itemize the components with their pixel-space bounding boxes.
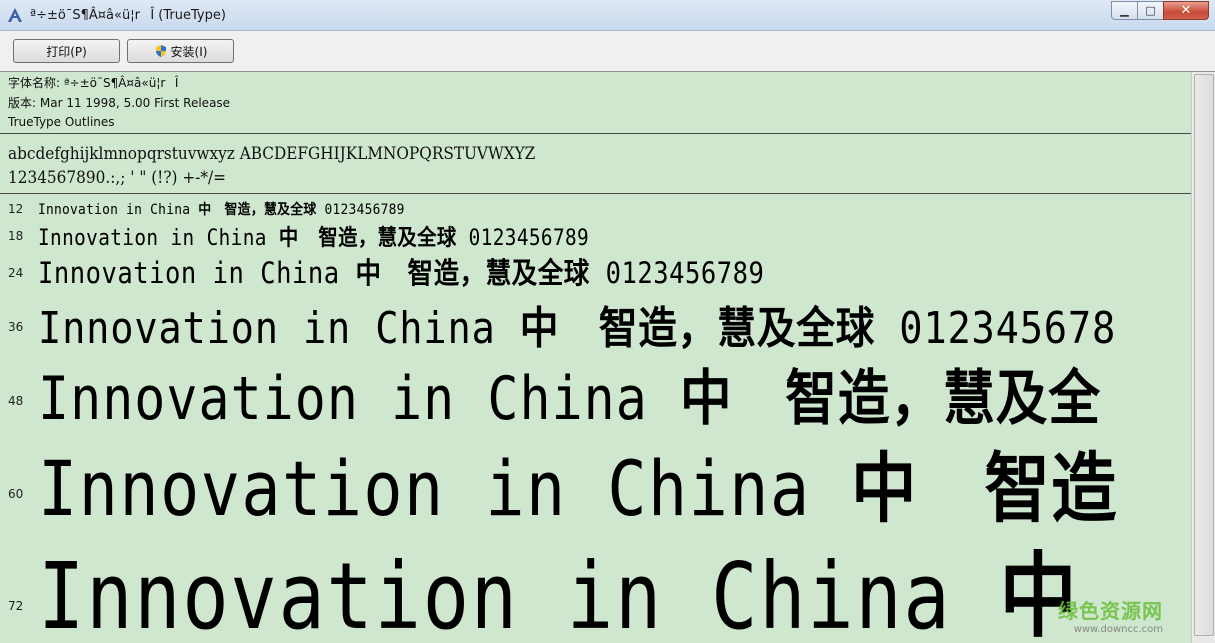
size-label: 36 <box>8 320 24 334</box>
sample-text: Innovation in China 中 智造，慧及全球 0123456789 <box>38 250 764 292</box>
sample-digits: 0123456789 <box>468 226 590 251</box>
uac-shield-icon <box>155 45 166 57</box>
sample-latin: Innovation in China <box>38 444 811 533</box>
title-bar: ª÷±ö¯S¶Â¤â«ü¦rÎ (TrueType) ▁ □ ✕ <box>0 0 1215 31</box>
install-button-label: 安装(I) <box>170 44 208 59</box>
sample-latin: Innovation in China <box>38 543 952 643</box>
window-controls: ▁ □ ✕ <box>1111 1 1209 21</box>
watermark-main: 绿色资源网 <box>1058 599 1163 623</box>
font-app-icon <box>8 8 22 22</box>
charset-line-1: abcdefghijklmnopqrstuvwxyz ABCDEFGHIJKLM… <box>8 144 536 164</box>
sample-cjk: 中 智造，慧及全球 <box>278 226 457 251</box>
install-button[interactable]: 安装(I) <box>127 39 234 63</box>
sample-text: Innovation in China 中 <box>38 522 1078 643</box>
window-title: ª÷±ö¯S¶Â¤â«ü¦rÎ (TrueType) <box>30 8 226 23</box>
sample-text: Innovation in China 中 智造，慧及全 <box>38 350 1101 437</box>
sample-cjk: 中 智造，慧及全球 <box>198 202 317 218</box>
close-button[interactable]: ✕ <box>1163 1 1209 20</box>
size-label: 24 <box>8 266 24 280</box>
font-name-line: 字体名称: ª÷±ö¯S¶Â¤â«ü¦rÎ <box>8 76 179 90</box>
sample-digits: 0123456789 <box>324 202 405 218</box>
watermark: 绿色资源网 www.downcc.com <box>1058 595 1163 635</box>
size-label: 12 <box>8 202 24 216</box>
sample-text: Innovation in China 中 智造，慧及全球 0123456789 <box>38 199 405 219</box>
print-button[interactable]: 打印(P) <box>13 39 120 63</box>
sample-cjk: 中 智造，慧及全 <box>679 364 1102 434</box>
sample-cjk: 中 智造，慧及全球 <box>355 256 590 290</box>
charset-line-2: 1234567890.:,; ' " (!?) +-*/= <box>8 168 226 188</box>
sample-latin: Innovation in China <box>38 256 340 290</box>
sample-text: Innovation in China 中 智造，慧及全球 0123456789 <box>38 220 589 252</box>
sample-digits: 0123456789 <box>605 256 765 290</box>
sample-digits: 012345678 <box>899 303 1117 354</box>
font-version-line: 版本: Mar 11 1998, 5.00 First Release <box>8 95 231 110</box>
size-label: 48 <box>8 394 24 408</box>
sample-text: Innovation in China 中 智造，慧及全球 012345678 <box>38 292 1116 356</box>
sample-cjk: 中 智造 <box>851 444 1118 533</box>
sample-latin: Innovation in China <box>38 202 191 218</box>
toolbar: 打印(P) 安装(I) <box>0 31 1215 72</box>
sample-text: Innovation in China 中 智造 <box>38 427 1118 537</box>
watermark-url: www.downcc.com <box>1073 624 1163 635</box>
divider <box>0 133 1191 134</box>
sample-latin: Innovation in China <box>38 226 267 251</box>
size-label: 60 <box>8 487 24 501</box>
print-button-label: 打印(P) <box>46 44 87 59</box>
maximize-button[interactable]: □ <box>1137 1 1164 20</box>
font-info: 字体名称: ª÷±ö¯S¶Â¤â«ü¦rÎ 版本: Mar 11 1998, … <box>8 74 230 133</box>
sample-latin: Innovation in China <box>38 303 496 354</box>
sample-cjk: 中 智造，慧及全球 <box>519 303 876 354</box>
font-outline-line: TrueType Outlines <box>8 115 115 129</box>
divider <box>0 193 1191 194</box>
sample-latin: Innovation in China <box>38 364 648 434</box>
vertical-scrollbar[interactable] <box>1191 72 1215 643</box>
scrollbar-thumb[interactable] <box>1194 74 1214 636</box>
font-preview-area: 字体名称: ª÷±ö¯S¶Â¤â«ü¦rÎ 版本: Mar 11 1998, … <box>0 72 1191 643</box>
minimize-button[interactable]: ▁ <box>1111 1 1138 20</box>
size-label: 18 <box>8 229 24 243</box>
size-label: 72 <box>8 599 24 613</box>
